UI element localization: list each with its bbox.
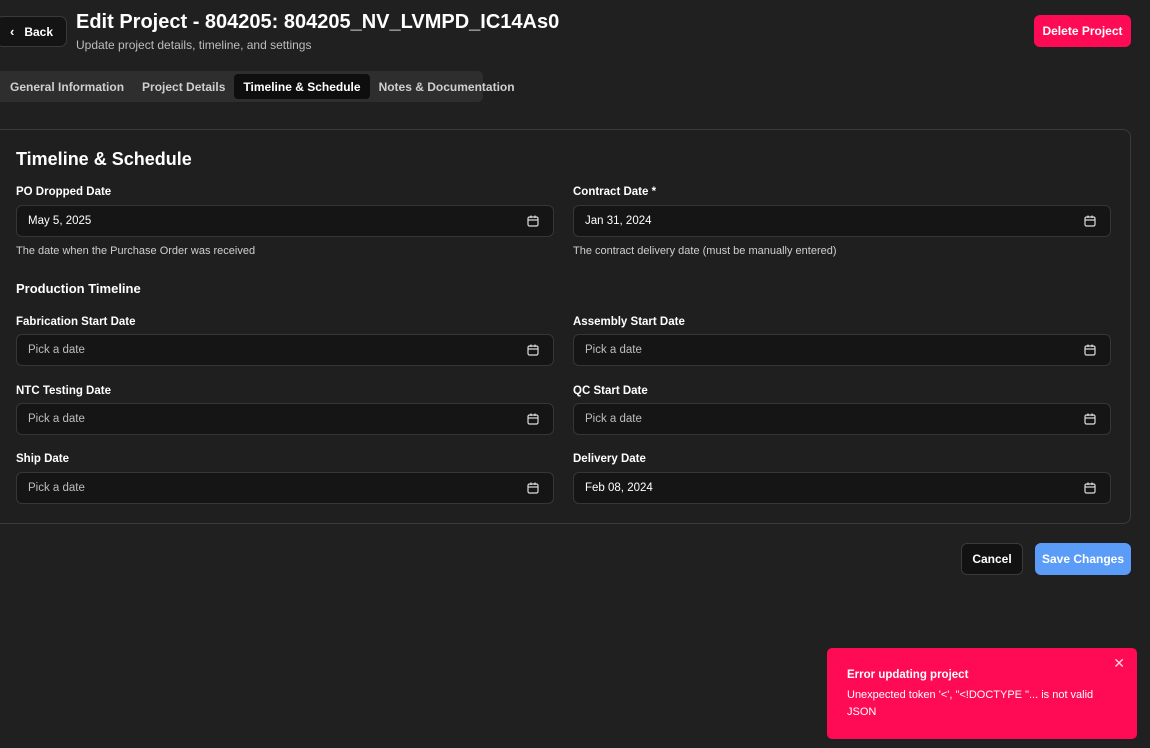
toast-title: Error updating project (847, 669, 969, 681)
fabrication-start-date-field[interactable]: Pick a date (16, 334, 554, 366)
po-dropped-value: May 5, 2025 (28, 215, 92, 227)
page-title: Edit Project - 804205: 804205_NV_LVMPD_I… (76, 11, 560, 33)
tab-general-information[interactable]: General Information (0, 74, 133, 99)
back-button[interactable]: ‹ Back (0, 16, 67, 47)
back-label: Back (24, 24, 54, 39)
calendar-icon (1084, 215, 1096, 227)
contract-date-field[interactable]: Jan 31, 2024 (573, 205, 1111, 237)
calendar-icon (527, 413, 539, 425)
qc-start-label: QC Start Date (573, 385, 648, 397)
calendar-icon (1084, 344, 1096, 356)
tab-list: General Information Project Details Time… (0, 71, 515, 102)
fabrication-start-label: Fabrication Start Date (16, 316, 136, 328)
ntc-testing-placeholder: Pick a date (28, 413, 85, 425)
error-toast: Error updating project Unexpected token … (827, 648, 1137, 739)
contract-date-hint: The contract delivery date (must be manu… (573, 245, 837, 257)
ship-date-placeholder: Pick a date (28, 482, 85, 494)
po-dropped-date-field[interactable]: May 5, 2025 (16, 205, 554, 237)
calendar-icon (527, 344, 539, 356)
tab-timeline-schedule[interactable]: Timeline & Schedule (234, 74, 370, 99)
ship-date-field[interactable]: Pick a date (16, 472, 554, 504)
fabrication-start-placeholder: Pick a date (28, 344, 85, 356)
page-subtitle: Update project details, timeline, and se… (76, 38, 312, 52)
calendar-icon (1084, 413, 1096, 425)
delivery-date-field[interactable]: Feb 08, 2024 (573, 472, 1111, 504)
calendar-icon (1084, 482, 1096, 494)
calendar-icon (527, 482, 539, 494)
chevron-left-icon: ‹ (9, 23, 15, 39)
ntc-testing-date-field[interactable]: Pick a date (16, 403, 554, 435)
ntc-testing-label: NTC Testing Date (16, 385, 111, 397)
close-icon[interactable]: ✕ (1113, 656, 1125, 670)
qc-start-date-field[interactable]: Pick a date (573, 403, 1111, 435)
timeline-card (0, 129, 1131, 524)
assembly-start-placeholder: Pick a date (585, 344, 642, 356)
delete-project-button[interactable]: Delete Project (1034, 15, 1131, 47)
production-timeline-title: Production Timeline (16, 281, 141, 296)
contract-date-label: Contract Date * (573, 186, 657, 198)
tab-project-details[interactable]: Project Details (133, 74, 234, 99)
ship-date-label: Ship Date (16, 453, 70, 465)
assembly-start-label: Assembly Start Date (573, 316, 685, 328)
po-dropped-hint: The date when the Purchase Order was rec… (16, 245, 256, 257)
contract-date-value: Jan 31, 2024 (585, 215, 652, 227)
toast-message: Unexpected token '<', "<!DOCTYPE "... is… (847, 689, 1094, 718)
save-changes-button[interactable]: Save Changes (1035, 543, 1131, 575)
tab-notes-documentation[interactable]: Notes & Documentation (370, 74, 524, 99)
qc-start-placeholder: Pick a date (585, 413, 642, 425)
po-dropped-label: PO Dropped Date (16, 186, 112, 198)
delivery-date-label: Delivery Date (573, 453, 646, 465)
delivery-date-value: Feb 08, 2024 (585, 482, 653, 494)
card-title: Timeline & Schedule (16, 149, 192, 169)
assembly-start-date-field[interactable]: Pick a date (573, 334, 1111, 366)
cancel-button[interactable]: Cancel (961, 543, 1023, 575)
calendar-icon (527, 215, 539, 227)
